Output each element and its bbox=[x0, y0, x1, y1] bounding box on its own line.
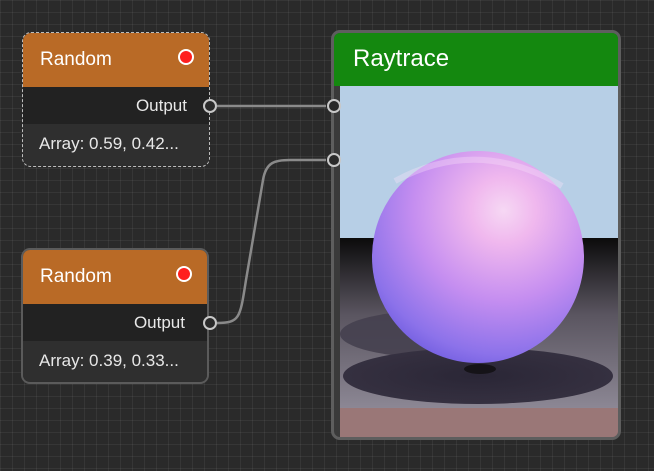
random-node-1[interactable]: Random Output Array: 0.59, 0.42... bbox=[22, 32, 210, 167]
wire-random2-to-raytrace bbox=[216, 158, 326, 325]
output-label: Output bbox=[135, 96, 187, 115]
random-node-2[interactable]: Random Output Array: 0.39, 0.33... bbox=[21, 248, 209, 384]
status-dot-icon bbox=[180, 51, 192, 63]
array-value: Array: 0.39, 0.33... bbox=[39, 351, 179, 370]
output-row: Output bbox=[23, 304, 207, 341]
random-node-1-output-port-icon[interactable] bbox=[203, 99, 217, 113]
node-title: Random bbox=[40, 266, 112, 287]
output-row: Output bbox=[23, 87, 209, 124]
random-node-1-header[interactable]: Random bbox=[23, 33, 209, 87]
value-row: Array: 0.59, 0.42... bbox=[23, 124, 209, 164]
raytrace-node-header[interactable]: Raytrace bbox=[334, 33, 618, 86]
raytrace-preview-image bbox=[340, 86, 618, 437]
raytrace-node[interactable]: Raytrace bbox=[331, 30, 621, 440]
array-value: Array: 0.59, 0.42... bbox=[39, 134, 179, 153]
status-dot-icon bbox=[178, 268, 190, 280]
random-node-2-header[interactable]: Random bbox=[23, 250, 207, 304]
rendered-scene bbox=[340, 86, 618, 437]
output-label: Output bbox=[133, 313, 185, 332]
node-title: Random bbox=[40, 49, 112, 70]
random-node-2-output-port-icon[interactable] bbox=[203, 316, 217, 330]
value-row: Array: 0.39, 0.33... bbox=[23, 341, 207, 381]
raytrace-input-port-1-icon[interactable] bbox=[327, 99, 341, 113]
node-title: Raytrace bbox=[353, 45, 450, 72]
raytrace-input-port-2-icon[interactable] bbox=[327, 153, 341, 167]
